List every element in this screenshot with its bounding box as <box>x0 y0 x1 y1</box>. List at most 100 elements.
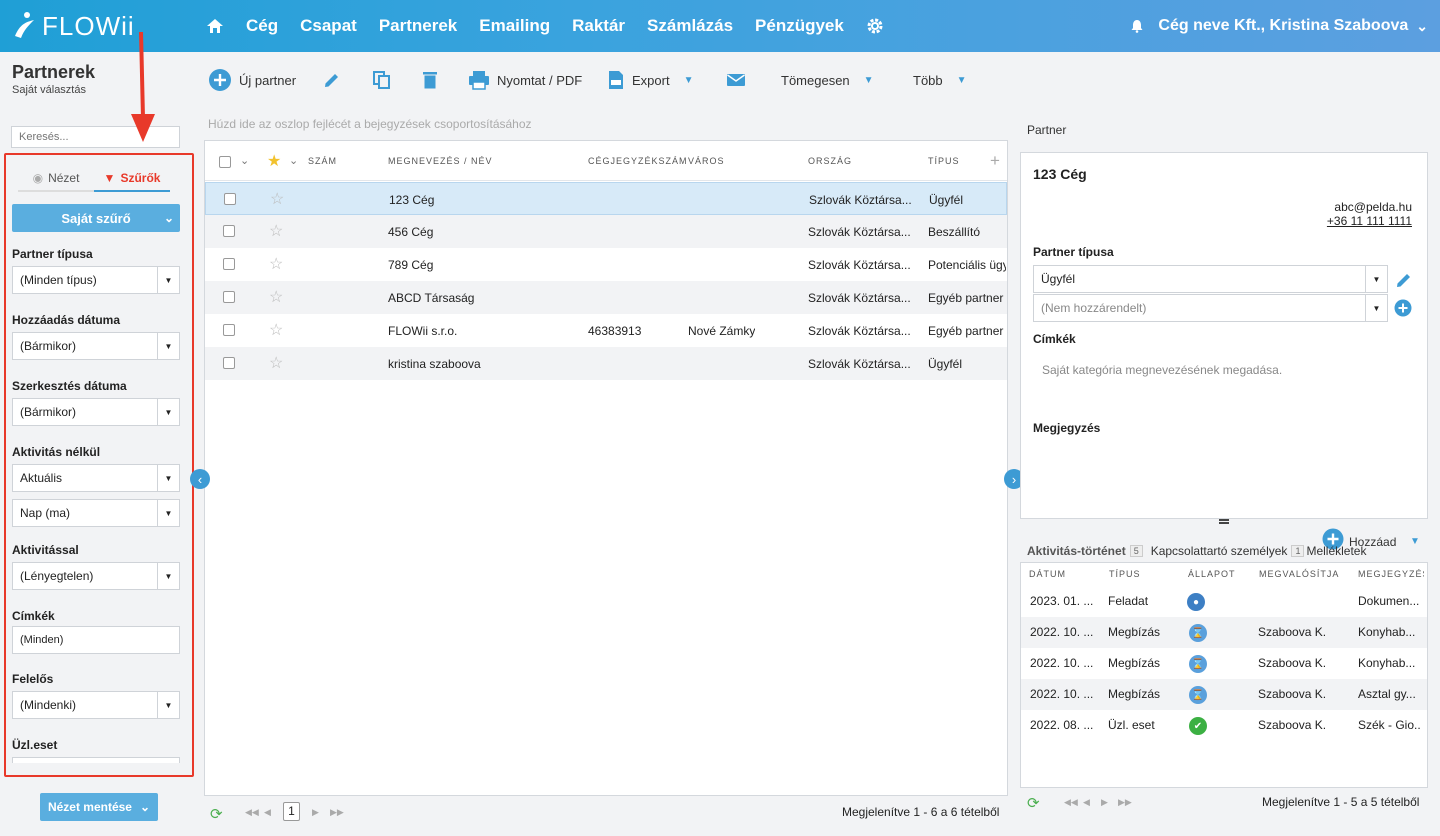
row-checkbox[interactable] <box>224 193 236 205</box>
partner-type-select[interactable]: (Minden típus) ▼ <box>12 266 180 294</box>
new-partner-button[interactable]: Új partner <box>208 52 296 108</box>
partner-type-select[interactable]: Ügyfél ▼ <box>1033 265 1388 293</box>
table-row[interactable]: ☆ ABCD Társaság Szlovák Köztársa... Egyé… <box>205 281 1007 314</box>
tab-attachments[interactable]: Mellékletek <box>1306 544 1366 558</box>
star-outline-icon[interactable]: ☆ <box>269 353 283 373</box>
caret-down-icon[interactable]: ▼ <box>1365 295 1387 321</box>
activity-row[interactable]: 2022. 10. ... Megbízás ⌛ Szaboova K. Asz… <box>1021 679 1427 710</box>
select-all-checkbox[interactable] <box>219 156 231 168</box>
own-filter-button[interactable]: Saját szűrő ⌄ <box>12 204 180 232</box>
tab-filters[interactable]: ▼ Szűrők <box>94 166 170 192</box>
caret-down-icon[interactable]: ▼ <box>157 399 179 425</box>
column-header-country[interactable]: Ország <box>808 156 852 166</box>
star-outline-icon[interactable]: ☆ <box>270 189 284 209</box>
star-outline-icon[interactable]: ☆ <box>269 254 283 274</box>
tags-input[interactable]: Saját kategória megnevezésének megadása. <box>1042 363 1282 377</box>
owner-select[interactable]: (Mindenki) ▼ <box>12 691 180 719</box>
column-header-owner[interactable]: Megvalósítja <box>1259 569 1339 579</box>
row-checkbox[interactable] <box>223 357 235 369</box>
next-page-icon[interactable]: ▶ <box>1101 797 1108 808</box>
collapse-left-panel-icon[interactable]: ‹ <box>190 469 210 489</box>
activity-row[interactable]: 2022. 10. ... Megbízás ⌛ Szaboova K. Kon… <box>1021 648 1427 679</box>
partner-email[interactable]: abc@pelda.hu <box>1334 200 1412 214</box>
edit-button[interactable] <box>322 52 349 108</box>
table-row[interactable]: ☆ FLOWii s.r.o. 46383913 Nové Zámky Szlo… <box>205 314 1007 347</box>
nav-item-csapat[interactable]: Csapat <box>300 16 357 36</box>
bell-icon[interactable] <box>1130 19 1144 33</box>
deal-select[interactable] <box>12 757 180 763</box>
first-page-icon[interactable]: ◀◀ <box>245 807 259 818</box>
caret-down-icon[interactable]: ▼ <box>157 500 179 526</box>
plus-circle-icon[interactable] <box>1394 299 1412 317</box>
caret-down-icon[interactable]: ▼ <box>157 333 179 359</box>
resize-handle[interactable] <box>1219 519 1229 524</box>
more-button[interactable]: Több ▼ <box>913 52 967 108</box>
nav-item-penzugyek[interactable]: Pénzügyek <box>755 16 844 36</box>
tab-activity-history[interactable]: Aktivitás-történet <box>1027 544 1126 558</box>
home-icon[interactable] <box>206 17 224 35</box>
star-icon[interactable]: ★ <box>267 151 281 171</box>
activity-row[interactable]: 2022. 10. ... Megbízás ⌛ Szaboova K. Kon… <box>1021 617 1427 648</box>
row-checkbox[interactable] <box>223 225 235 237</box>
chevron-down-icon[interactable]: ⌄ <box>240 154 249 167</box>
caret-down-icon[interactable]: ▼ <box>1365 266 1387 292</box>
prev-page-icon[interactable]: ◀ <box>264 807 271 818</box>
flowii-logo[interactable]: FLOWii <box>12 8 135 44</box>
nav-item-szamlazas[interactable]: Számlázás <box>647 16 733 36</box>
column-header-number[interactable]: Szám <box>308 156 337 166</box>
first-page-icon[interactable]: ◀◀ <box>1064 797 1078 808</box>
last-page-icon[interactable]: ▶▶ <box>330 807 344 818</box>
save-view-button[interactable]: Nézet mentése ⌄ <box>40 793 158 821</box>
star-outline-icon[interactable]: ☆ <box>269 221 283 241</box>
row-checkbox[interactable] <box>223 291 235 303</box>
column-header-type[interactable]: Típus <box>1109 569 1141 579</box>
pencil-icon[interactable] <box>1395 271 1413 289</box>
add-column-icon[interactable]: + <box>990 151 1000 171</box>
added-date-select[interactable]: (Bármikor) ▼ <box>12 332 180 360</box>
refresh-icon[interactable]: ⟳ <box>1027 794 1040 812</box>
column-header-note[interactable]: Megjegyzés <box>1358 569 1424 579</box>
delete-button[interactable] <box>421 52 446 108</box>
tags-input[interactable]: (Minden) <box>12 626 180 654</box>
prev-page-icon[interactable]: ◀ <box>1083 797 1090 808</box>
star-outline-icon[interactable]: ☆ <box>269 287 283 307</box>
account-menu[interactable]: Cég neve Kft., Kristina Szaboova ⌄ <box>1130 0 1428 52</box>
export-button[interactable]: Export ▼ <box>607 52 693 108</box>
partner-phone[interactable]: +36 11 111 1111 <box>1327 214 1412 228</box>
no-activity-select[interactable]: Aktuális ▼ <box>12 464 180 492</box>
no-activity-period-select[interactable]: Nap (ma) ▼ <box>12 499 180 527</box>
next-page-icon[interactable]: ▶ <box>312 807 319 818</box>
refresh-icon[interactable]: ⟳ <box>210 805 223 823</box>
tab-contacts[interactable]: Kapcsolattartó személyek <box>1151 544 1288 558</box>
caret-down-icon[interactable]: ▼ <box>157 563 179 589</box>
caret-down-icon[interactable]: ▼ <box>157 267 179 293</box>
caret-down-icon[interactable]: ▼ <box>157 692 179 718</box>
table-row[interactable]: ☆ kristina szaboova Szlovák Köztársa... … <box>205 347 1007 380</box>
table-row[interactable]: ☆ 456 Cég Szlovák Köztársa... Beszállító <box>205 215 1007 248</box>
nav-item-raktar[interactable]: Raktár <box>572 16 625 36</box>
column-header-type[interactable]: Típus <box>928 156 960 166</box>
table-row[interactable]: ☆ 123 Cég Szlovák Köztársa... Ügyfél <box>205 182 1007 215</box>
column-header-status[interactable]: Állapot <box>1188 569 1236 579</box>
caret-down-icon[interactable]: ▼ <box>157 465 179 491</box>
gear-icon[interactable] <box>866 17 884 35</box>
print-pdf-button[interactable]: Nyomtat / PDF <box>468 52 582 108</box>
row-checkbox[interactable] <box>223 324 235 336</box>
nav-item-ceg[interactable]: Cég <box>246 16 278 36</box>
activity-row[interactable]: 2023. 01. ... Feladat ● Dokumen... <box>1021 586 1427 617</box>
copy-button[interactable] <box>372 52 399 108</box>
nav-item-emailing[interactable]: Emailing <box>479 16 550 36</box>
last-page-icon[interactable]: ▶▶ <box>1118 797 1132 808</box>
column-header-city[interactable]: Város <box>688 156 725 166</box>
page-number[interactable]: 1 <box>283 802 300 821</box>
table-row[interactable]: ☆ 789 Cég Szlovák Köztársa... Potenciáli… <box>205 248 1007 281</box>
tab-view[interactable]: ◉ Nézet <box>18 166 94 192</box>
star-outline-icon[interactable]: ☆ <box>269 320 283 340</box>
column-header-name[interactable]: Megnevezés / Név <box>388 156 493 166</box>
edited-date-select[interactable]: (Bármikor) ▼ <box>12 398 180 426</box>
email-button[interactable] <box>726 52 753 108</box>
caret-down-icon[interactable]: ▼ <box>1410 536 1420 547</box>
column-header-date[interactable]: Dátum <box>1029 569 1066 579</box>
partner-type-secondary-select[interactable]: (Nem hozzárendelt) ▼ <box>1033 294 1388 322</box>
row-checkbox[interactable] <box>223 258 235 270</box>
